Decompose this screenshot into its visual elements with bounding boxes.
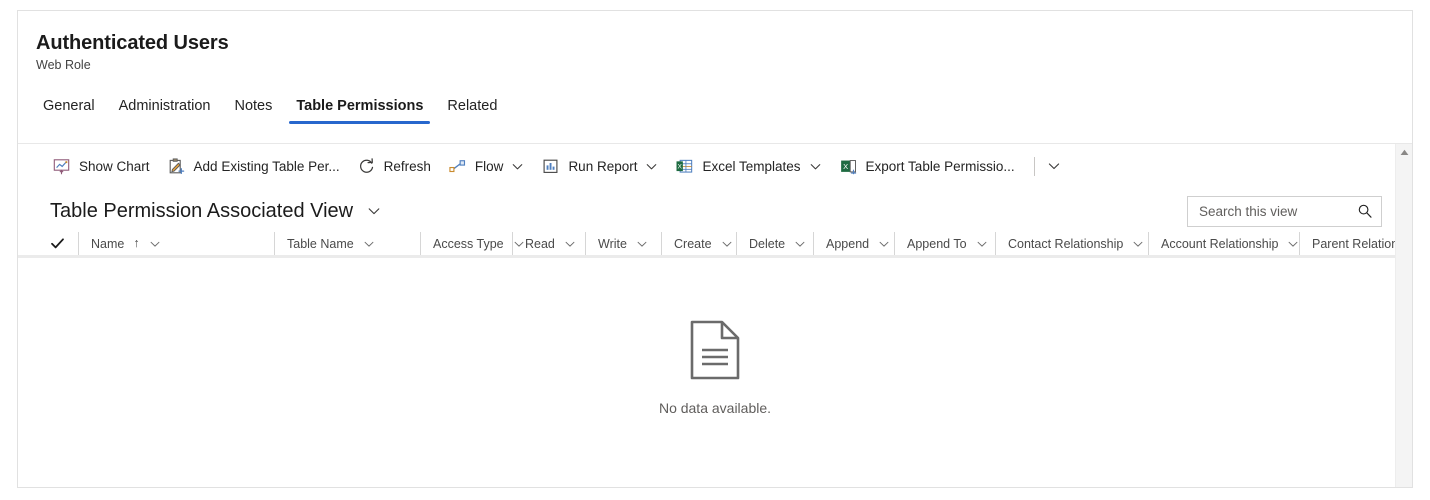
column-header-label: Create: [674, 236, 712, 251]
grid-column-headers: Name ↑ Table Name Access Type Read Write Creat…: [18, 232, 1412, 258]
empty-state: No data available.: [18, 320, 1412, 416]
record-form: Authenticated Users Web Role General Admi…: [17, 10, 1413, 488]
add-existing-record-icon: [168, 157, 185, 175]
column-header-delete[interactable]: Delete: [736, 232, 813, 255]
column-header-label: Contact Relationship: [1008, 236, 1124, 251]
chevron-down-icon[interactable]: [363, 238, 375, 250]
record-entity-label: Web Role: [36, 58, 91, 72]
chevron-down-icon[interactable]: [149, 238, 161, 250]
column-header-label: Table Name: [287, 236, 354, 251]
column-header-account-relationship[interactable]: Account Relationship: [1148, 232, 1299, 255]
command-label: Excel Templates: [702, 158, 801, 174]
view-selector-title[interactable]: Table Permission Associated View: [50, 199, 353, 223]
svg-text:X: X: [843, 161, 848, 170]
command-refresh[interactable]: Refresh: [349, 151, 440, 181]
column-header-label: Name: [91, 236, 125, 251]
chevron-down-icon[interactable]: [636, 238, 648, 250]
column-header-create[interactable]: Create: [661, 232, 736, 255]
sort-ascending-icon: ↑: [133, 236, 140, 251]
command-run-report[interactable]: Run Report: [533, 151, 667, 181]
command-label: Flow: [474, 158, 504, 174]
command-bar-separator: [1033, 156, 1035, 176]
column-header-label: Access Type: [433, 236, 504, 251]
chevron-down-icon[interactable]: [976, 238, 988, 250]
refresh-icon: [358, 157, 375, 175]
column-header-write[interactable]: Write: [585, 232, 661, 255]
subgrid-panel: Show Chart Add Existing Table Per... Refre…: [18, 143, 1412, 487]
column-header-read[interactable]: Read: [512, 232, 585, 255]
tab-notes[interactable]: Notes: [225, 97, 281, 124]
command-label: Run Report: [568, 158, 638, 174]
empty-state-message: No data available.: [658, 400, 772, 416]
column-header-label: Account Relationship: [1161, 236, 1279, 251]
view-header-row: Table Permission Associated View: [18, 190, 1412, 232]
column-header-append-to[interactable]: Append To: [894, 232, 995, 255]
chevron-down-icon[interactable]: [1287, 238, 1299, 250]
search-box[interactable]: [1187, 195, 1382, 227]
chevron-down-icon[interactable]: [511, 160, 524, 173]
command-flow[interactable]: Flow: [440, 151, 534, 181]
export-excel-icon: X: [840, 158, 857, 175]
document-empty-icon: [689, 320, 741, 385]
search-icon[interactable]: [1357, 203, 1373, 219]
chevron-down-icon[interactable]: [645, 160, 658, 173]
tab-general[interactable]: General: [34, 97, 104, 124]
checkmark-icon: [51, 238, 64, 249]
chevron-down-icon[interactable]: [1132, 238, 1144, 250]
search-input[interactable]: [1199, 203, 1353, 219]
chevron-down-icon[interactable]: [794, 238, 806, 250]
scroll-up-arrow-icon[interactable]: [1396, 144, 1412, 161]
tab-table-permissions[interactable]: Table Permissions: [287, 97, 432, 124]
form-header: Authenticated Users Web Role: [18, 11, 1412, 73]
column-header-label: Append: [826, 236, 870, 251]
page-title: Authenticated Users: [36, 32, 229, 54]
svg-text:X: X: [678, 163, 683, 170]
show-chart-icon: [53, 158, 70, 175]
grid-vertical-scrollbar[interactable]: [1395, 144, 1412, 487]
column-header-name[interactable]: Name ↑: [78, 232, 274, 255]
column-header-contact-relationship[interactable]: Contact Relationship: [995, 232, 1148, 255]
command-add-existing-table-per[interactable]: Add Existing Table Per...: [159, 151, 349, 181]
command-bar: Show Chart Add Existing Table Per... Refre…: [18, 144, 1412, 188]
tab-administration[interactable]: Administration: [110, 97, 220, 124]
excel-templates-icon: X: [676, 158, 693, 175]
column-header-append[interactable]: Append: [813, 232, 894, 255]
column-header-label: Read: [525, 236, 555, 251]
select-all-checkbox[interactable]: [50, 236, 78, 251]
chevron-down-icon[interactable]: [721, 238, 733, 250]
chevron-down-icon[interactable]: [367, 204, 381, 218]
command-label: Show Chart: [79, 158, 150, 174]
command-show-chart[interactable]: Show Chart: [44, 151, 159, 181]
column-header-table-name[interactable]: Table Name: [274, 232, 420, 255]
command-excel-templates[interactable]: X Excel Templates: [667, 151, 830, 181]
command-label: Add Existing Table Per...: [193, 158, 340, 174]
run-report-icon: [542, 158, 559, 175]
column-header-label: Delete: [749, 236, 786, 251]
command-bar-overflow-button[interactable]: [1041, 152, 1067, 180]
form-tab-strip: General Administration Notes Table Permissi…: [18, 92, 1412, 124]
column-header-label: Append To: [907, 236, 967, 251]
chevron-down-icon[interactable]: [809, 160, 822, 173]
command-label: Export Table Permissio...: [865, 158, 1015, 174]
column-header-label: Write: [598, 236, 627, 251]
chevron-down-icon[interactable]: [878, 238, 890, 250]
command-label: Refresh: [383, 158, 431, 174]
tab-related[interactable]: Related: [438, 97, 506, 124]
command-export-table-permissio[interactable]: X Export Table Permissio...: [831, 151, 1024, 181]
chevron-down-icon[interactable]: [564, 238, 576, 250]
column-header-access-type[interactable]: Access Type: [420, 232, 524, 255]
grid-body: No data available.: [18, 258, 1412, 470]
flow-icon: [449, 158, 466, 175]
